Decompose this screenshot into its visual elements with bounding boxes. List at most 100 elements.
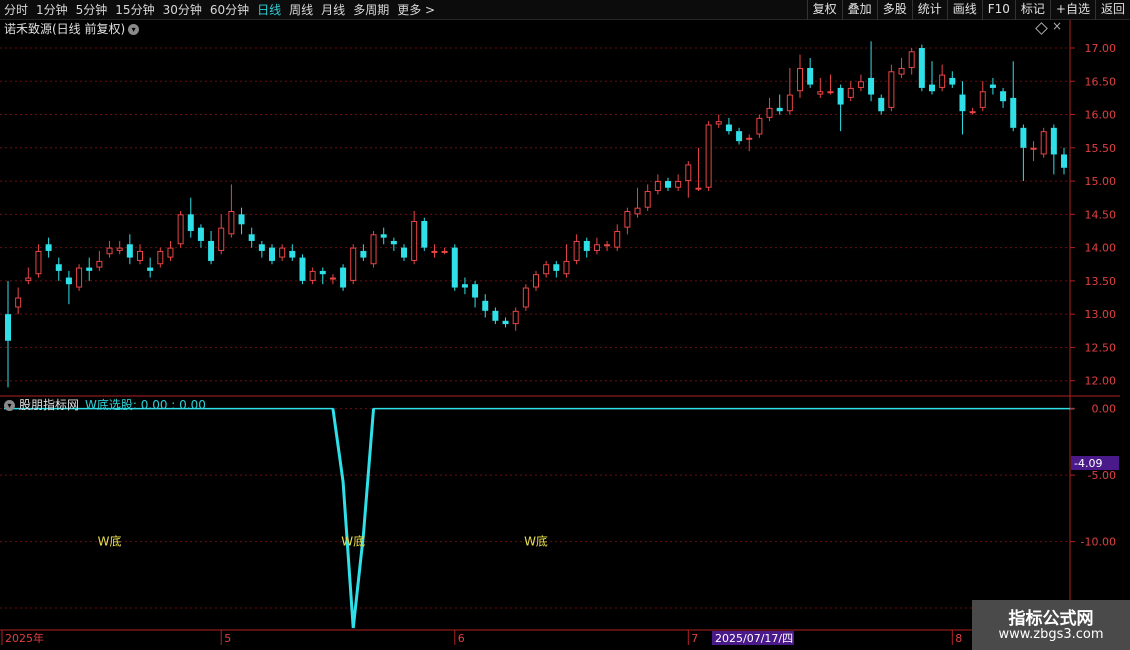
candle-body bbox=[197, 227, 204, 241]
candle-body bbox=[1030, 147, 1037, 150]
candle-body bbox=[137, 250, 143, 261]
candle-body bbox=[969, 111, 976, 114]
candle-body bbox=[1050, 127, 1057, 155]
time-label: 8 bbox=[955, 632, 962, 645]
candle-body bbox=[847, 87, 854, 98]
candle-body bbox=[96, 260, 103, 268]
candle-body bbox=[593, 244, 600, 251]
candle-body bbox=[563, 260, 570, 275]
candle-body bbox=[248, 234, 255, 241]
candle-body bbox=[766, 107, 773, 118]
candle-body bbox=[157, 250, 164, 265]
candle-body bbox=[299, 257, 306, 281]
candle-body bbox=[908, 51, 915, 68]
candle-body bbox=[533, 274, 539, 288]
candle-body bbox=[441, 250, 448, 253]
watermark: 指标公式网 www.zbgs3.com bbox=[972, 600, 1130, 650]
candle-body bbox=[1000, 91, 1007, 102]
indicator-dip bbox=[331, 408, 376, 629]
candle-body bbox=[187, 214, 194, 231]
candle-body bbox=[817, 91, 824, 95]
candle-body bbox=[502, 320, 509, 325]
candle-body bbox=[45, 244, 52, 251]
candle-body bbox=[736, 131, 743, 142]
candle-body bbox=[25, 277, 32, 281]
candle-body bbox=[421, 220, 428, 248]
candle-body bbox=[279, 247, 286, 258]
candle-body bbox=[218, 227, 225, 251]
candle-body bbox=[898, 67, 905, 75]
candle-body bbox=[797, 67, 803, 92]
candle-body bbox=[5, 314, 11, 341]
price-tick-label: 12.50 bbox=[1085, 341, 1117, 354]
price-tick-label: 16.50 bbox=[1085, 75, 1117, 88]
candle-body bbox=[309, 270, 316, 281]
candle-body bbox=[492, 310, 499, 321]
candle-body bbox=[269, 247, 275, 261]
time-label: 7 bbox=[691, 632, 698, 645]
candle-body bbox=[360, 250, 367, 258]
candle-body bbox=[675, 181, 682, 188]
candle-body bbox=[522, 287, 529, 308]
candle-body bbox=[167, 247, 174, 258]
indicator-tick-label: -5.00 bbox=[1088, 469, 1116, 482]
stock-title: 诺禾致源(日线 前复权) bbox=[4, 22, 126, 36]
candle-body bbox=[583, 240, 590, 251]
watermark-url: www.zbgs3.com bbox=[998, 627, 1104, 642]
axis-lines bbox=[0, 20, 1120, 631]
candle-body bbox=[604, 244, 611, 247]
grid-lines bbox=[0, 47, 1070, 609]
close-icon[interactable]: × bbox=[1052, 19, 1062, 33]
candle-body bbox=[1040, 131, 1047, 155]
candle-body bbox=[228, 211, 235, 235]
candle-body bbox=[756, 117, 763, 135]
candle-body bbox=[238, 214, 245, 225]
candle-body bbox=[857, 81, 864, 88]
candle-body bbox=[380, 234, 387, 238]
candle-body bbox=[725, 124, 732, 132]
candle-body bbox=[685, 164, 692, 182]
candle-body bbox=[837, 87, 844, 105]
candle-body bbox=[868, 77, 875, 95]
kline-chart[interactable]: 17.00 16.50 16.00 15.50 15.00 14.50 14.00 13.50… bbox=[0, 0, 1130, 650]
candle-body bbox=[665, 181, 671, 188]
indicator-name: 股朋指标网 bbox=[19, 398, 80, 412]
candle-body bbox=[634, 207, 641, 215]
candle-body bbox=[918, 47, 925, 88]
indicator-axis: 0.00-5.00-10.00-15.00-4.09 bbox=[1070, 403, 1119, 615]
candle-body bbox=[472, 284, 479, 298]
candle-body bbox=[340, 267, 347, 288]
candle-body bbox=[86, 267, 93, 271]
candle-body bbox=[431, 250, 438, 253]
indicator-tick-label: -10.00 bbox=[1081, 536, 1116, 549]
chevron-down-icon[interactable]: ▾ bbox=[128, 24, 140, 35]
candle-body bbox=[827, 91, 834, 94]
candle-body bbox=[776, 107, 783, 112]
candle-body bbox=[573, 240, 580, 261]
main-chart-title: 诺禾致源(日线 前复权) ▾ bbox=[4, 21, 140, 37]
candle-body bbox=[126, 244, 133, 258]
candle-body bbox=[258, 244, 265, 251]
indicator-expression: W底选股: 0.00 : 0.00 bbox=[85, 398, 206, 412]
time-label: 6 bbox=[458, 632, 465, 645]
signal-label: W底 bbox=[524, 534, 548, 549]
candle-body bbox=[553, 264, 560, 271]
candle-body bbox=[786, 94, 793, 112]
indicator-tick-label: 0.00 bbox=[1092, 403, 1117, 416]
candle-body bbox=[55, 264, 62, 271]
candle-body bbox=[106, 247, 113, 255]
candle-body bbox=[147, 267, 154, 271]
candle-body bbox=[989, 84, 996, 88]
candle-body bbox=[35, 250, 42, 275]
right-side-strip bbox=[1120, 20, 1130, 630]
candle-body bbox=[329, 277, 336, 280]
chevron-down-icon[interactable]: ▾ bbox=[4, 400, 15, 411]
price-tick-label: 15.50 bbox=[1085, 142, 1117, 155]
price-tick-label: 15.00 bbox=[1085, 175, 1117, 188]
candle-body bbox=[482, 300, 489, 311]
price-tick-label: 12.00 bbox=[1085, 375, 1117, 388]
price-tick-label: 14.00 bbox=[1085, 242, 1117, 255]
price-tick-label: 16.00 bbox=[1085, 109, 1117, 122]
candle-body bbox=[370, 234, 377, 265]
candle-body bbox=[624, 211, 631, 228]
